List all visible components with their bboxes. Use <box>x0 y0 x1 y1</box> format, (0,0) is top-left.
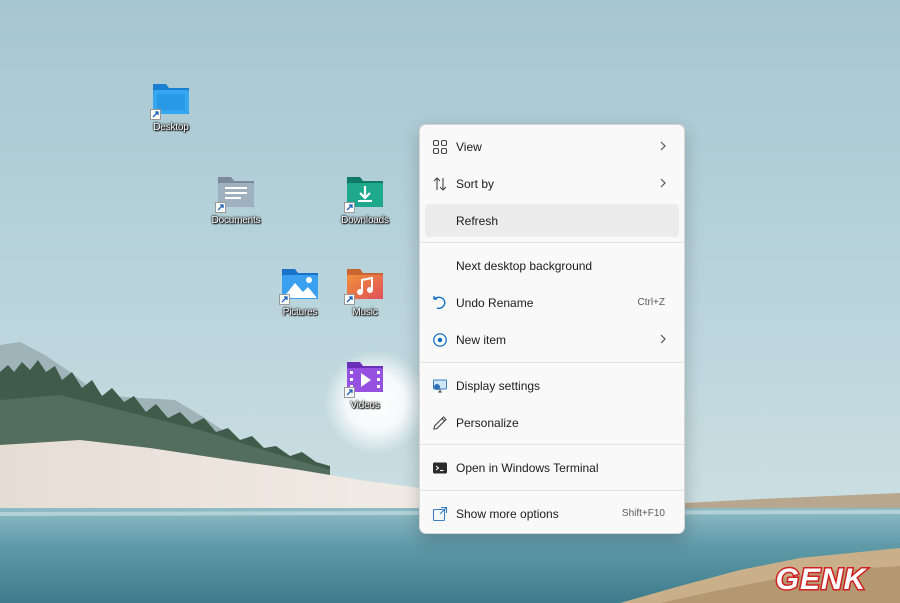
videos-folder-icon <box>344 358 384 398</box>
menu-item-undo-rename[interactable]: Undo Rename Ctrl+Z <box>425 286 679 319</box>
menu-item-next-desktop-background[interactable]: Next desktop background <box>425 249 679 282</box>
menu-item-label: Show more options <box>456 507 559 521</box>
desktop-icon-label: Pictures <box>282 307 318 318</box>
menu-item-label: New item <box>456 333 507 347</box>
desktop-icon-label: Documents <box>211 215 261 226</box>
new-item-icon <box>432 332 448 348</box>
show-more-options-icon <box>432 506 448 522</box>
menu-item-label: Sort by <box>456 177 495 191</box>
documents-folder-icon <box>215 173 255 213</box>
desktop-icon-videos[interactable]: Videos <box>333 358 397 411</box>
chevron-right-icon <box>659 177 667 192</box>
menu-item-refresh[interactable]: Refresh <box>425 204 679 237</box>
menu-item-open-in-windows-terminal[interactable]: Open in Windows Terminal <box>425 451 679 484</box>
downloads-folder-icon <box>344 173 384 213</box>
display-settings-icon <box>432 378 448 394</box>
shortcut-arrow-icon <box>215 202 226 213</box>
desktop-icon-label: Downloads <box>341 215 389 226</box>
desktop-icon-pictures[interactable]: Pictures <box>268 265 332 318</box>
menu-separator <box>420 490 684 491</box>
music-folder-icon <box>344 265 384 305</box>
menu-item-view[interactable]: View <box>425 130 679 163</box>
terminal-icon <box>432 460 448 476</box>
menu-item-shortcut: Ctrl+Z <box>637 297 666 308</box>
chevron-right-icon <box>659 140 667 155</box>
menu-separator <box>420 362 684 363</box>
desktop-icon-label: Music <box>352 307 378 318</box>
pictures-folder-icon <box>279 265 319 305</box>
menu-item-personalize[interactable]: Personalize <box>425 406 679 439</box>
menu-item-label: View <box>456 140 482 154</box>
menu-item-label: Refresh <box>456 214 499 228</box>
menu-item-shortcut: Shift+F10 <box>621 508 665 519</box>
menu-item-show-more-options[interactable]: Show more options Shift+F10 <box>425 497 679 530</box>
menu-item-display-settings[interactable]: Display settings <box>425 369 679 402</box>
desktop-icon-desktop[interactable]: Desktop <box>139 80 203 133</box>
menu-item-label: Undo Rename <box>456 296 534 310</box>
desktop-icon-downloads[interactable]: Downloads <box>333 173 397 226</box>
svg-text:GENK: GENK <box>776 563 868 596</box>
menu-item-new-item[interactable]: New item <box>425 323 679 356</box>
shortcut-arrow-icon <box>344 202 355 213</box>
desktop-folder-icon <box>150 80 190 120</box>
menu-separator <box>420 242 684 243</box>
shortcut-arrow-icon <box>344 387 355 398</box>
chevron-right-icon <box>659 333 667 348</box>
shortcut-arrow-icon <box>279 294 290 305</box>
shortcut-arrow-icon <box>344 294 355 305</box>
sort-arrows-icon <box>432 176 448 192</box>
menu-item-label: Personalize <box>456 416 519 430</box>
desktop-icon-label: Desktop <box>153 122 189 133</box>
menu-item-label: Open in Windows Terminal <box>456 461 599 475</box>
menu-item-label: Next desktop background <box>456 259 593 273</box>
desktop-icon-documents[interactable]: Documents <box>204 173 268 226</box>
desktop-context-menu: View Sort by Refresh Next desktop backgr… <box>419 124 685 534</box>
menu-item-sort-by[interactable]: Sort by <box>425 167 679 200</box>
undo-icon <box>432 295 448 311</box>
menu-separator <box>420 444 684 445</box>
desktop-icon-label: Videos <box>350 400 380 411</box>
personalize-pen-icon <box>432 415 448 431</box>
menu-item-label: Display settings <box>456 379 541 393</box>
shortcut-arrow-icon <box>150 109 161 120</box>
desktop-icon-music[interactable]: Music <box>333 265 397 318</box>
genk-watermark-logo: GENK <box>748 560 894 598</box>
view-grid-icon <box>432 139 448 155</box>
